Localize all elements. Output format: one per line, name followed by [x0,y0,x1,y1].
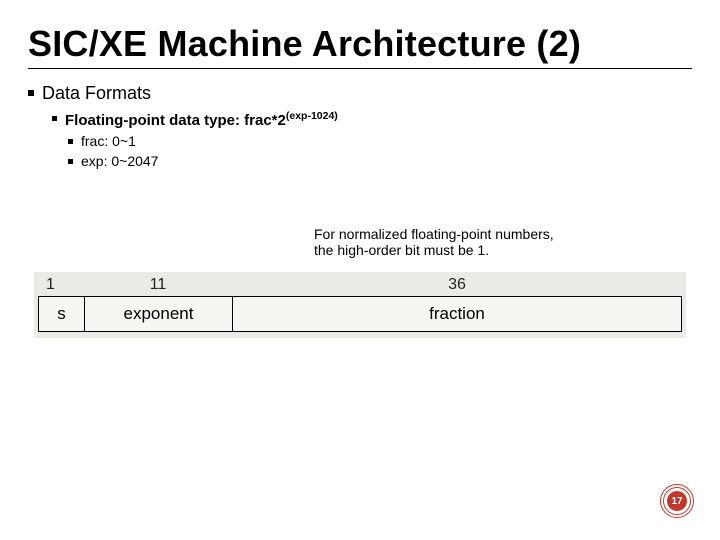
bits-fraction: 36 [232,276,682,294]
bullet-list-lvl2: Floating-point data type: frac*2(exp-102… [28,110,692,129]
field-fraction: fraction [233,297,681,331]
bullet-text: frac: 0~1 [81,133,136,149]
bullet-frac-range: frac: 0~1 [68,133,692,149]
square-bullet-icon [68,139,73,144]
page-number: 17 [667,491,687,511]
square-bullet-icon [28,90,34,96]
bits-exponent: 11 [84,276,232,294]
bullet-exp-range: exp: 0~2047 [68,153,692,169]
bullet-data-formats: Data Formats [28,83,692,104]
page-number-badge: 17 [660,484,694,518]
title-underline [28,68,692,69]
float-format-figure: 1 11 36 s exponent fraction [34,272,686,338]
bullet-text: Floating-point data type: frac*2(exp-102… [65,110,338,129]
square-bullet-icon [52,116,57,121]
figure-background: 1 11 36 s exponent fraction [34,272,686,338]
superscript: (exp-1024) [286,110,338,122]
bullet-text: exp: 0~2047 [81,153,158,169]
bits-s: 1 [38,276,84,294]
square-bullet-icon [68,159,73,164]
bullet-list-lvl3: frac: 0~1 exp: 0~2047 [28,133,692,169]
note: For normalized floating-point numbers, t… [314,226,654,258]
note-line-1: For normalized floating-point numbers, [314,226,654,242]
bullet-text: Data Formats [42,83,151,104]
bullet-list-lvl1: Data Formats [28,83,692,104]
bullet-float-type: Floating-point data type: frac*2(exp-102… [52,110,692,129]
field-exponent: exponent [85,297,233,331]
field-label-row: s exponent fraction [38,296,682,332]
slide: SIC/XE Machine Architecture (2) Data For… [0,0,720,540]
bit-width-row: 1 11 36 [38,276,682,294]
slide-title: SIC/XE Machine Architecture (2) [28,24,692,64]
field-s: s [39,297,85,331]
note-line-2: the high-order bit must be 1. [314,242,654,258]
